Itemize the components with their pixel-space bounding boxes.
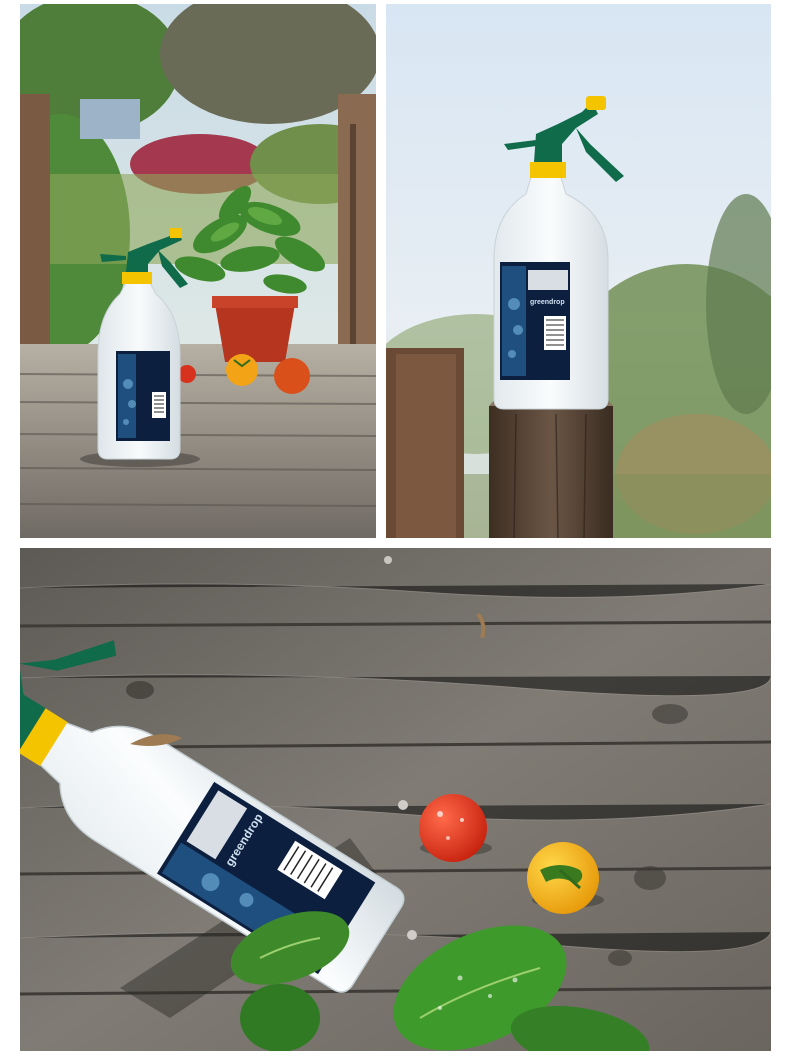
bottle-brand-text: greendrop (530, 299, 565, 306)
photo-spray-bottle-on-post: greendrop (386, 4, 771, 538)
photo-spray-bottle-garden-deck (20, 4, 376, 538)
photo-spray-bottle-on-planks: greendrop (20, 548, 771, 1051)
